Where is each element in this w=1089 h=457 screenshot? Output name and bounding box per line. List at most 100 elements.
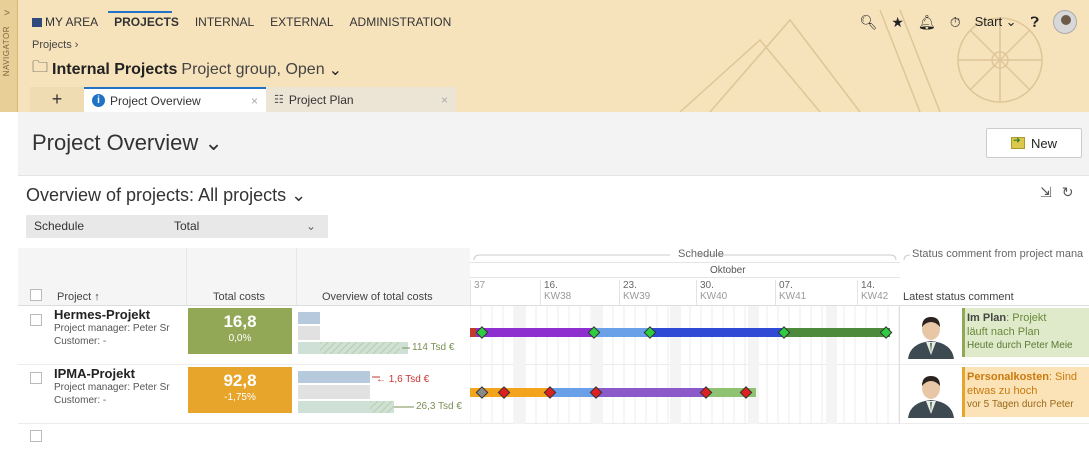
gantt-bar [476,328,594,337]
project-name[interactable]: IPMA-Projekt [54,366,135,381]
week-header: 07. KW41 [775,280,806,305]
start-menu[interactable]: Start ⌄ [975,14,1017,30]
menu-item-administration[interactable]: ADMINISTRATION [350,15,452,29]
tab-project-plan[interactable]: ☷ Project Plan × [266,87,456,112]
total-cost-tile: 16,8 0,0% [188,308,292,354]
export-icon[interactable]: ⇲ [1040,184,1052,201]
project-manager: Project manager: Peter Sr [54,323,170,334]
status-text: läuft nach Plan [967,326,1040,338]
status-comment-card[interactable]: Personalkosten: Sind etwas zu hoch vor 5… [962,367,1089,417]
project-customer: Customer: - [54,336,107,347]
status-text: etwas zu hoch [967,385,1038,397]
tab-project-overview[interactable]: i Project Overview × [84,87,266,112]
menu-item-projects[interactable]: PROJECTS [114,15,179,29]
cost-overview-label: 114 Tsd € [412,342,455,353]
page-title[interactable]: Project Overview ⌄ [32,130,223,156]
total-cost-value: 16,8 [223,312,257,331]
navigator-strip[interactable]: > NAVIGATOR [0,0,18,112]
breadcrumb[interactable]: Projects › [32,39,78,51]
star-icon[interactable]: ★ [891,14,904,31]
menu-item-internal[interactable]: INTERNAL [195,15,254,29]
menu-item-my-area[interactable]: MY AREA [32,15,98,29]
week-header: 14. KW42 [857,280,888,305]
status-accent [962,367,965,417]
gantt-weekend [826,306,837,424]
gantt-bar [650,328,784,337]
status-group-label: Status comment from project mana [912,248,1084,260]
week-day: 30. [700,280,714,291]
row-checkbox[interactable] [30,314,42,326]
column-header-latest-status[interactable]: Latest status comment [903,291,1014,303]
search-icon[interactable]: 🔍︎ [860,14,878,31]
group-name: Internal Projects [52,60,178,78]
week-day: 16. [544,280,558,291]
chevron-down-icon[interactable]: ⌄ [306,219,316,233]
menu-item-label: MY AREA [45,15,99,29]
week-day: 23. [623,280,637,291]
new-button[interactable]: New [986,128,1082,158]
status-meta: vor 5 Tagen durch Peter [967,399,1074,410]
week-header: 30. KW40 [696,280,727,305]
row-checkbox[interactable] [30,430,42,442]
gantt-bar [596,388,706,397]
menu-active-indicator [108,11,172,13]
close-icon[interactable]: × [251,94,258,108]
gantt-bar [470,328,476,337]
week-number: KW38 [544,291,572,302]
close-icon[interactable]: × [441,93,448,107]
gantt-weekend [670,306,681,424]
gantt-bar [784,328,890,337]
panel-title[interactable]: Overview of projects: All projects ⌄ [26,185,306,206]
add-tab-button[interactable]: + [30,87,84,112]
week-header: 37 [470,280,485,305]
cost-overview-label-top: ← 1,6 Tsd € [376,374,430,385]
gantt-weekend [748,306,759,424]
menu-item-external[interactable]: EXTERNAL [270,15,333,29]
filter-total: Total [174,219,200,233]
navigator-arrow-icon[interactable]: > [4,8,10,19]
select-all-checkbox[interactable] [30,289,42,301]
bell-icon[interactable]: 🔔︎ [918,14,936,31]
navigator-label: NAVIGATOR [2,26,11,77]
week-number: KW39 [623,291,651,302]
column-header-overview[interactable]: Overview of total costs [322,291,433,303]
filter-bar[interactable]: Schedule Total ⌄ [26,215,328,238]
total-cost-value: 92,8 [223,371,257,390]
project-customer: Customer: - [54,395,107,406]
group-subtitle: Project group, Open [181,60,325,78]
status-accent [962,308,965,357]
schedule-group-label: Schedule [678,248,724,260]
avatar[interactable] [1053,10,1077,34]
cost-overview-label: 26,3 Tsd € [416,401,462,412]
chevron-down-icon[interactable]: ⌄ [329,60,342,80]
cost-overview-value-top: 1,6 Tsd € [388,374,430,385]
project-name[interactable]: Hermes-Projekt [54,307,150,322]
plan-icon: ☷ [274,94,284,106]
status-text: : Sind [1048,371,1078,383]
tab-bar: + i Project Overview × ☷ Project Plan × [30,87,456,112]
project-manager: Project manager: Peter Sr [54,382,170,393]
week-day: 14. [861,280,875,291]
help-icon[interactable]: ❓︎ [1031,14,1039,31]
person-avatar [908,376,954,418]
status-comment-card[interactable]: Im Plan: Projekt läuft nach Plan Heute d… [962,308,1089,357]
week-number: KW41 [779,291,807,302]
timer-icon[interactable]: ⏱︎ [950,14,961,31]
week-divider [470,277,900,278]
header-project-col [18,248,186,305]
column-header-project[interactable]: Project ↑ [57,291,100,303]
refresh-icon[interactable]: ↻ [1062,184,1074,201]
project-group-title[interactable]: 🗀 Internal Projects Project group, Open … [32,56,342,83]
row-checkbox[interactable] [30,372,42,384]
gantt-chart [470,306,900,424]
my-area-icon [32,18,42,27]
column-header-total-costs[interactable]: Total costs [213,291,265,303]
week-header: 23. KW39 [619,280,650,305]
status-meta: Heute durch Peter Meie [967,340,1073,351]
person-avatar [908,317,954,359]
week-header: 16. KW38 [540,280,571,305]
gantt-weekend [592,306,603,424]
total-cost-delta: 0,0% [228,333,252,344]
gantt-weekend [514,306,525,424]
week-number: 37 [474,280,486,291]
